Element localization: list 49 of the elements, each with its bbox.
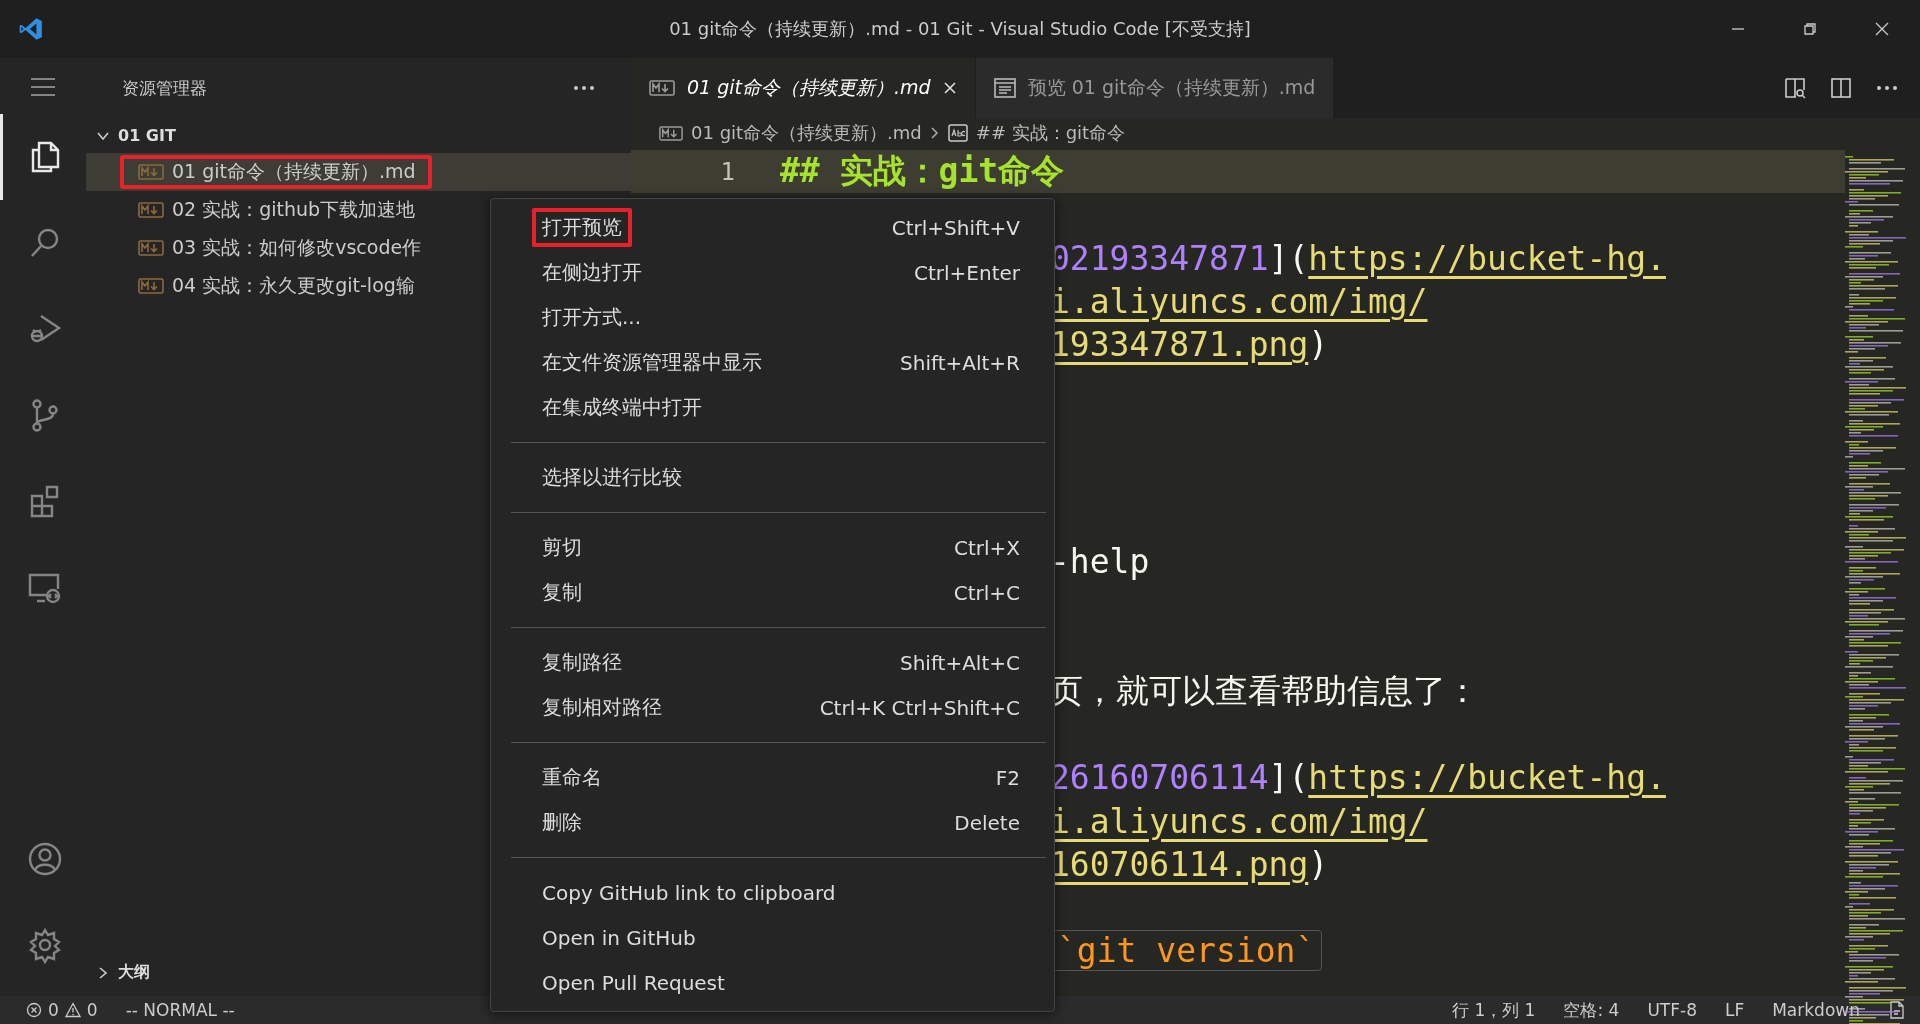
status-item[interactable]: UTF-8 bbox=[1647, 1000, 1697, 1020]
split-editor-icon[interactable] bbox=[1830, 77, 1852, 99]
error-icon[interactable] bbox=[26, 1002, 42, 1018]
menu-icon[interactable] bbox=[29, 76, 57, 98]
close-icon[interactable] bbox=[1874, 21, 1890, 37]
file-item[interactable]: 01 git命令（持续更新）.md bbox=[86, 153, 631, 191]
code-text: ]( bbox=[1268, 238, 1309, 278]
string-symbol-icon bbox=[947, 124, 968, 142]
heading-text: ## 实战：git命令 bbox=[780, 151, 1065, 191]
menu-item[interactable]: 选择以进行比较 bbox=[491, 455, 1054, 500]
markdown-icon bbox=[138, 164, 164, 180]
code-text: ) bbox=[1308, 325, 1329, 365]
code-text: ) bbox=[1308, 844, 1329, 884]
status-item[interactable]: 空格: 4 bbox=[1563, 998, 1620, 1022]
preview-icon bbox=[993, 78, 1016, 98]
link-text: https://bucket-hg. bbox=[1308, 238, 1666, 278]
tab-label: 01 git命令（持续更新）.md bbox=[687, 75, 931, 100]
breadcrumb-item[interactable]: 01 git命令（持续更新）.md bbox=[691, 121, 922, 145]
open-preview-side-icon[interactable] bbox=[1784, 77, 1806, 99]
folder-header[interactable]: 01 GIT bbox=[86, 118, 631, 153]
chevron-icon bbox=[929, 126, 940, 140]
sidebar-title: 资源管理器 bbox=[122, 76, 207, 100]
vim-mode: -- NORMAL -- bbox=[125, 1000, 235, 1020]
window-title: 01 git命令（持续更新）.md - 01 Git - Visual Studio Code [不受支持] bbox=[669, 17, 1251, 41]
error-count[interactable]: 0 bbox=[48, 1000, 59, 1020]
close-icon[interactable] bbox=[942, 81, 957, 95]
feedback-icon[interactable] bbox=[1888, 1001, 1906, 1019]
more-actions-icon[interactable] bbox=[573, 85, 595, 91]
app-logo-icon bbox=[18, 16, 44, 42]
line-number: 1 bbox=[720, 157, 735, 186]
warning-count[interactable]: 0 bbox=[86, 1000, 98, 1020]
markdown-icon bbox=[138, 240, 164, 256]
breadcrumb-item[interactable]: ## 实战：git命令 bbox=[975, 121, 1126, 145]
editor-tab[interactable]: 01 git命令（持续更新）.md bbox=[631, 58, 976, 118]
code-text: ]( bbox=[1268, 758, 1309, 798]
editor-tab[interactable]: 预览 01 git命令（持续更新）.md bbox=[975, 58, 1335, 118]
warning-icon[interactable] bbox=[64, 1002, 81, 1018]
more-actions-icon[interactable] bbox=[1876, 85, 1898, 91]
status-item[interactable]: 行 1，列 1 bbox=[1452, 998, 1536, 1022]
status-item[interactable]: Markdown bbox=[1772, 1000, 1860, 1020]
markdown-icon bbox=[138, 278, 164, 294]
markdown-icon bbox=[649, 80, 675, 96]
status-item[interactable]: LF bbox=[1724, 1000, 1745, 1020]
tab-label: 预览 01 git命令（持续更新）.md bbox=[1027, 75, 1316, 100]
restore-icon[interactable] bbox=[1802, 21, 1818, 37]
markdown-icon bbox=[659, 125, 683, 141]
markdown-icon bbox=[138, 202, 164, 218]
link-text: https://bucket-hg. bbox=[1308, 758, 1666, 798]
menu-item[interactable]: 在集成终端中打开 bbox=[491, 385, 1054, 430]
